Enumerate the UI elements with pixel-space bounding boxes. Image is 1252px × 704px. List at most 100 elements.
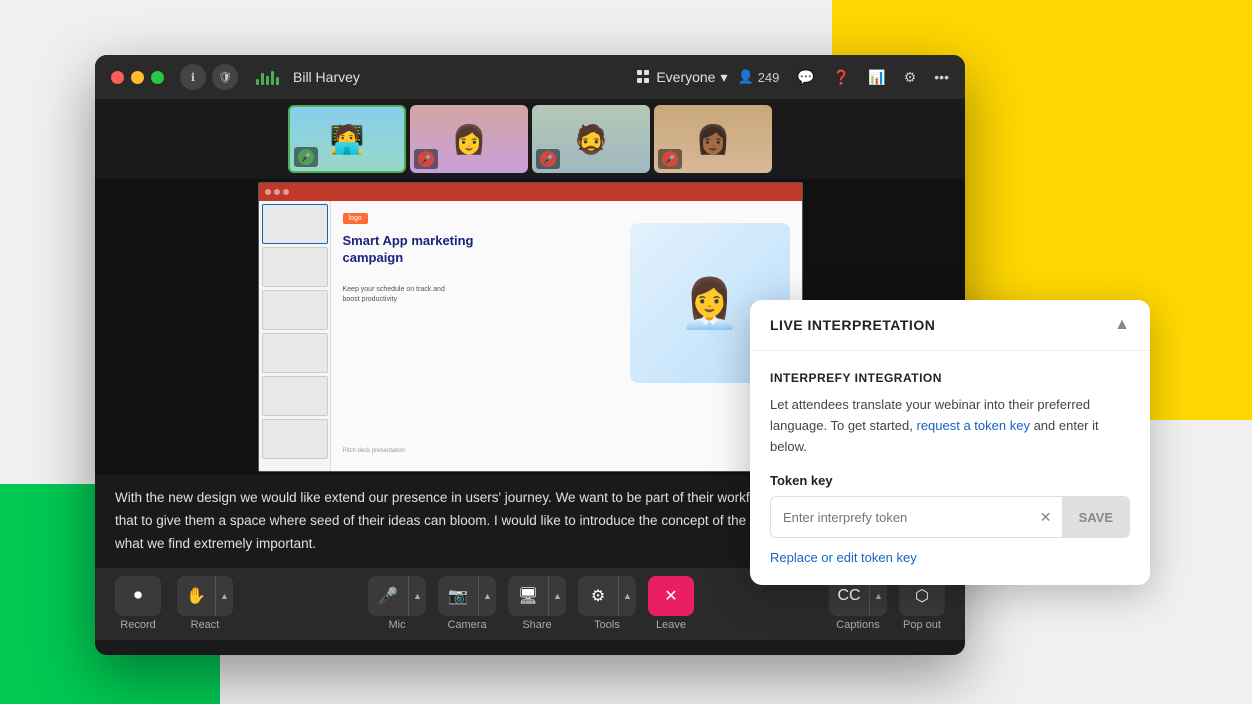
tools-arrow[interactable]: ▲ <box>618 576 636 616</box>
mic-muted-icon: 🎤 <box>662 151 678 167</box>
minimize-button[interactable] <box>131 71 144 84</box>
replace-token-link[interactable]: Replace or edit token key <box>770 550 1130 565</box>
mic-btn-group: 🎤 ▲ <box>368 576 426 616</box>
slide-logo: logo <box>343 213 368 224</box>
qa-icon[interactable]: ❓ <box>833 69 850 86</box>
react-button[interactable]: ✋ <box>177 576 215 616</box>
video-strip: 🧑‍💻 🎤 👩 🎤 🧔 🎤 👩🏾 🎤 <box>95 99 965 179</box>
leave-button[interactable]: ✕ <box>648 576 694 616</box>
everyone-label: Everyone <box>656 69 715 85</box>
presentation-window: logo Smart App marketing campaign Keep y… <box>258 182 803 472</box>
react-control: ✋ ▲ React <box>177 576 233 631</box>
record-btn-group: ⏺ <box>115 576 161 616</box>
mic-muted-icon: 🎤 <box>418 151 434 167</box>
mic-indicator-4: 🎤 <box>658 149 682 169</box>
settings-icon[interactable]: ⚙ <box>904 69 917 86</box>
person-icon: 👤 <box>738 69 754 85</box>
video-thumb-3[interactable]: 🧔 🎤 <box>532 105 650 173</box>
video-thumb-4[interactable]: 👩🏾 🎤 <box>654 105 772 173</box>
info-icon[interactable]: ℹ <box>180 64 206 90</box>
everyone-selector[interactable]: Everyone ▾ <box>637 69 727 86</box>
slide-content: logo Smart App marketing campaign Keep y… <box>343 213 790 459</box>
camera-arrow[interactable]: ▲ <box>478 576 496 616</box>
tools-btn-group: ⚙ ▲ <box>578 576 636 616</box>
camera-label: Camera <box>447 619 486 631</box>
collapse-button[interactable]: ▲ <box>1114 316 1130 334</box>
captions-label: Captions <box>836 619 879 631</box>
request-token-link[interactable]: request a token key <box>916 418 1029 433</box>
more-icon[interactable]: ••• <box>934 69 949 85</box>
share-arrow[interactable]: ▲ <box>548 576 566 616</box>
slide-thumb-4[interactable] <box>262 333 328 373</box>
camera-button[interactable]: 📷 <box>438 576 478 616</box>
chat-icon[interactable]: 💬 <box>797 69 814 86</box>
token-key-label: Token key <box>770 473 1130 488</box>
mic-on-icon: 🎤 <box>298 149 314 165</box>
poll-icon[interactable]: 📊 <box>868 69 885 86</box>
tools-label: Tools <box>594 619 620 631</box>
presentation-topbar <box>259 183 802 201</box>
interprefy-section-title: INTERPREFY INTEGRATION <box>770 371 1130 385</box>
mic-arrow[interactable]: ▲ <box>408 576 426 616</box>
video-thumb-1[interactable]: 🧑‍💻 🎤 <box>288 105 406 173</box>
tools-button[interactable]: ⚙ <box>578 576 618 616</box>
slide-thumb-6[interactable] <box>262 419 328 459</box>
toolbar-center: 🎤 ▲ Mic 📷 ▲ Camera 🖥 ▲ Share <box>368 576 694 631</box>
toolbar-left: ⏺ Record ✋ ▲ React <box>115 576 233 631</box>
mic-indicator-1: 🎤 <box>294 147 318 167</box>
react-arrow[interactable]: ▲ <box>215 576 233 616</box>
close-button[interactable] <box>111 71 124 84</box>
interpretation-header: LIVE INTERPRETATION ▲ <box>750 300 1150 351</box>
mic-control: 🎤 ▲ Mic <box>368 576 426 631</box>
slide-subtitle: Keep your schedule on track and boost pr… <box>343 285 463 305</box>
leave-control: ✕ Leave <box>648 576 694 631</box>
slide-thumb-1[interactable] <box>262 204 328 244</box>
audio-indicator <box>256 69 279 85</box>
mic-indicator-2: 🎤 <box>414 149 438 169</box>
token-input[interactable] <box>771 500 1030 535</box>
titlebar-icons: ℹ 🛡 <box>180 64 238 90</box>
share-control: 🖥 ▲ Share <box>508 576 566 631</box>
record-button[interactable]: ⏺ <box>115 576 161 616</box>
leave-label: Leave <box>656 619 686 631</box>
interpretation-body: INTERPREFY INTEGRATION Let attendees tra… <box>750 351 1150 585</box>
participant-count[interactable]: 👤 249 <box>738 69 780 85</box>
mic-muted-icon: 🎤 <box>540 151 556 167</box>
traffic-lights <box>111 71 164 84</box>
slide-title: Smart App marketing campaign <box>343 233 483 267</box>
slide-main: logo Smart App marketing campaign Keep y… <box>331 201 802 471</box>
video-thumb-2[interactable]: 👩 🎤 <box>410 105 528 173</box>
share-label: Share <box>522 619 551 631</box>
token-clear-button[interactable]: ✕ <box>1030 497 1062 537</box>
record-control: ⏺ Record <box>115 576 161 631</box>
titlebar-right-actions: 👤 249 💬 ❓ 📊 ⚙ ••• <box>738 69 949 86</box>
maximize-button[interactable] <box>151 71 164 84</box>
presentation-body: logo Smart App marketing campaign Keep y… <box>259 201 802 471</box>
security-icon[interactable]: 🛡 <box>212 64 238 90</box>
slide-thumb-2[interactable] <box>262 247 328 287</box>
slide-pitch-label: Pitch deck presentation <box>343 448 405 454</box>
popout-label: Pop out <box>903 619 941 631</box>
share-button[interactable]: 🖥 <box>508 576 548 616</box>
slide-panel <box>259 201 331 471</box>
mic-indicator-3: 🎤 <box>536 149 560 169</box>
mic-label: Mic <box>388 619 405 631</box>
share-btn-group: 🖥 ▲ <box>508 576 566 616</box>
tools-control: ⚙ ▲ Tools <box>578 576 636 631</box>
mic-button[interactable]: 🎤 <box>368 576 408 616</box>
interpretation-title: LIVE INTERPRETATION <box>770 317 935 333</box>
react-label: React <box>191 619 220 631</box>
grid-icon <box>637 70 651 84</box>
slide-thumb-5[interactable] <box>262 376 328 416</box>
react-btn-group: ✋ ▲ <box>177 576 233 616</box>
token-save-button[interactable]: SAVE <box>1062 497 1129 537</box>
interprefy-description: Let attendees translate your webinar int… <box>770 395 1130 457</box>
camera-btn-group: 📷 ▲ <box>438 576 496 616</box>
record-label: Record <box>120 619 155 631</box>
slide-thumb-3[interactable] <box>262 290 328 330</box>
interpretation-panel: LIVE INTERPRETATION ▲ INTERPREFY INTEGRA… <box>750 300 1150 585</box>
token-input-row: ✕ SAVE <box>770 496 1130 538</box>
host-name: Bill Harvey <box>293 69 627 85</box>
title-bar: ℹ 🛡 Bill Harvey Everyone ▾ 👤 249 💬 <box>95 55 965 99</box>
camera-control: 📷 ▲ Camera <box>438 576 496 631</box>
